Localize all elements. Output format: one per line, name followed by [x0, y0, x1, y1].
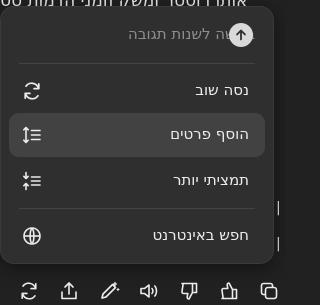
share-icon[interactable] [58, 280, 80, 302]
read-aloud-icon[interactable] [138, 280, 160, 302]
change-response-input[interactable]: בקשה לשנות תגובה [9, 15, 265, 55]
menu-item-label: תמציתי יותר [172, 171, 249, 189]
collapse-lines-icon [21, 170, 43, 192]
menu-item-more-concise[interactable]: תמציתי יותר [9, 159, 265, 203]
thumbs-down-icon[interactable] [178, 280, 200, 302]
menu-item-label: הוסף פרטים [170, 125, 249, 143]
menu-item-search-web[interactable]: חפש באינטרנט [9, 214, 265, 258]
refresh-icon [21, 80, 43, 102]
menu-item-retry[interactable]: נסה שוב [9, 69, 265, 113]
copy-icon[interactable] [258, 280, 280, 302]
menu-item-label: נסה שוב [195, 81, 249, 99]
menu-divider [19, 208, 255, 209]
response-options-menu: בקשה לשנות תגובה נסה שוב הוסף פרטים תמצי… [0, 6, 274, 264]
submit-button[interactable] [229, 23, 253, 47]
message-text-edge: | [276, 200, 281, 216]
thumbs-up-icon[interactable] [218, 280, 240, 302]
edit-icon[interactable] [98, 280, 120, 302]
menu-item-label: חפש באינטרנט [152, 226, 249, 244]
menu-divider [19, 63, 255, 64]
message-text-edge: | [276, 236, 281, 252]
chat-view: אותו רוסטר ומשק וזמני הדמות טס | | בקשה … [0, 0, 286, 305]
regenerate-icon[interactable] [18, 280, 40, 302]
menu-item-add-details[interactable]: הוסף פרטים [9, 113, 265, 157]
arrow-up-icon [236, 29, 246, 41]
expand-lines-icon [21, 124, 43, 146]
message-actions-toolbar [0, 276, 286, 305]
globe-icon [21, 225, 43, 247]
